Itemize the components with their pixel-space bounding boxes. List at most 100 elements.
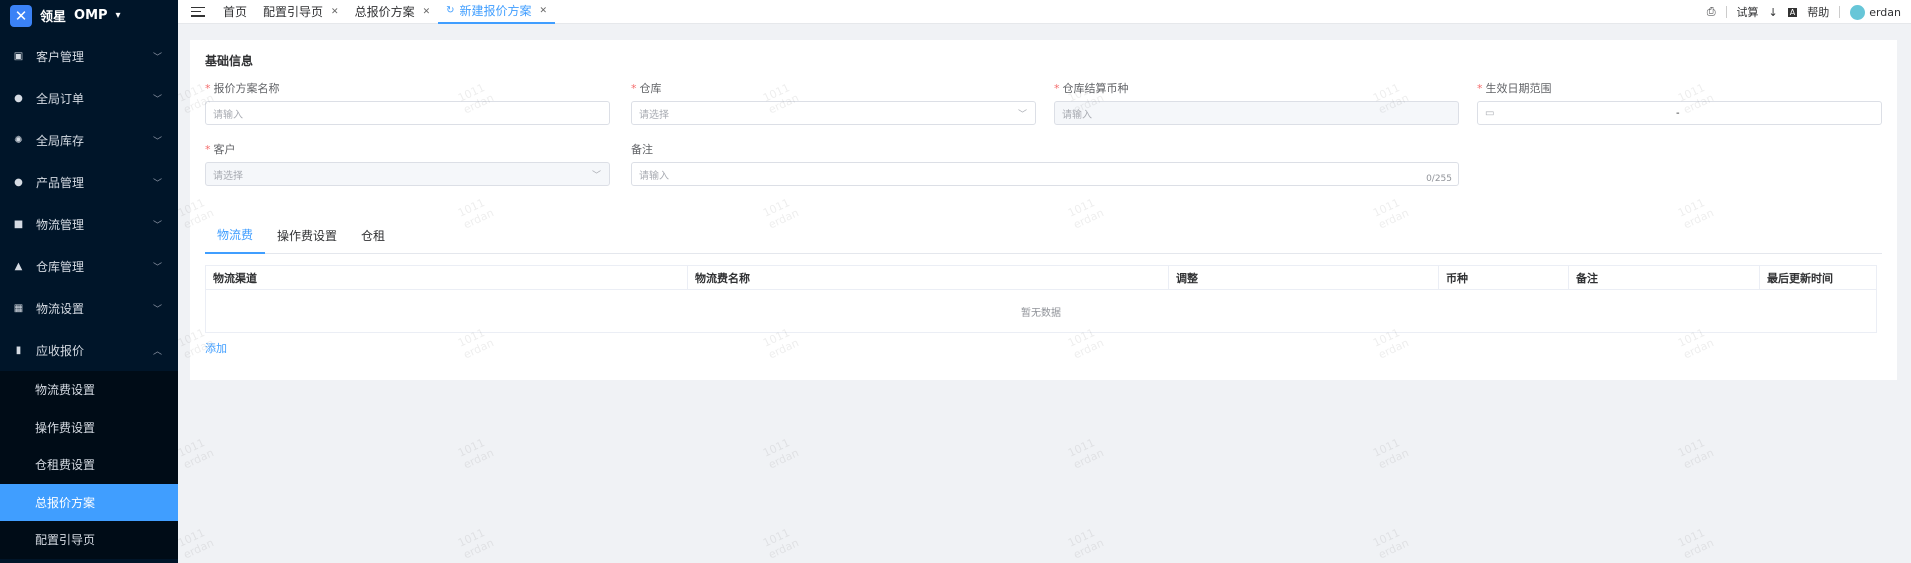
- settings-box-icon: ▦: [13, 302, 24, 314]
- print-icon[interactable]: ⎙: [1707, 5, 1716, 19]
- sidebar-item-label: 应收报价: [36, 343, 85, 358]
- truck-icon: ■: [13, 218, 24, 230]
- tab-new-quote[interactable]: ↻ 新建报价方案 ✕: [438, 0, 556, 24]
- close-icon[interactable]: ✕: [423, 7, 431, 17]
- sidebar-item-logistics[interactable]: ■ 物流管理 ﹀: [0, 203, 178, 245]
- tab-label: 新建报价方案: [459, 4, 532, 18]
- section-title: 基础信息: [205, 54, 254, 68]
- sidebar-subitem-label: 总报价方案: [35, 495, 96, 510]
- sidebar-item-label: 全局库存: [36, 133, 85, 148]
- column-header: 调整: [1169, 266, 1439, 289]
- menu-fold-icon[interactable]: [191, 5, 205, 19]
- currency-input[interactable]: 请输入: [1054, 101, 1459, 125]
- column-header: 币种: [1439, 266, 1569, 289]
- chevron-down-icon: ﹀: [591, 171, 601, 181]
- required-mark: *: [1054, 82, 1060, 95]
- placeholder: 请选择: [639, 109, 669, 121]
- tab-label: 配置引导页: [263, 5, 324, 19]
- refresh-icon[interactable]: ↻: [446, 5, 454, 16]
- sidebar-subitem-operation-fee[interactable]: 操作费设置: [0, 408, 178, 446]
- user-card-icon: ▣: [13, 50, 24, 62]
- sidebar-item-products[interactable]: ● 产品管理 ﹀: [0, 161, 178, 203]
- sidebar-subitem-storage-fee[interactable]: 仓租费设置: [0, 446, 178, 484]
- chevron-down-icon: ﹀: [152, 304, 162, 315]
- customer-select[interactable]: 请选择 ﹀: [205, 162, 610, 186]
- column-header: 物流费名称: [688, 266, 1169, 289]
- currency-label: * 仓库结算币种: [1054, 82, 1129, 95]
- warehouse-select[interactable]: 请选择 ﹀: [631, 101, 1036, 125]
- tab-total-quote[interactable]: 总报价方案 ✕: [347, 0, 439, 24]
- sidebar-item-receivable-quote[interactable]: ▮ 应收报价 ︿: [0, 329, 178, 371]
- plan-name-input[interactable]: 请输入: [205, 101, 610, 125]
- tab-config-guide[interactable]: 配置引导页 ✕: [255, 0, 347, 24]
- close-icon[interactable]: ✕: [540, 6, 548, 16]
- fee-table: 物流渠道 物流费名称 调整 币种 备注 最后更新时间 暂无数据: [205, 265, 1877, 333]
- date-range-label: * 生效日期范围: [1477, 82, 1552, 95]
- top-bar: 首页 配置引导页 ✕ 总报价方案 ✕ ↻ 新建报价方案 ✕ ⎙ 试算 ↓ A 帮…: [178, 0, 1911, 24]
- download-icon[interactable]: ↓: [1769, 6, 1778, 19]
- username: erdan: [1869, 5, 1901, 19]
- chevron-down-icon: ﹀: [152, 220, 162, 231]
- sidebar-subitem-total-quote[interactable]: 总报价方案: [0, 483, 178, 521]
- placeholder: 请选择: [213, 170, 243, 182]
- main-content: 基础信息 * 报价方案名称 请输入 * 仓库 请选择 ﹀ * 仓库结算币种 请输入 *…: [178, 24, 1911, 563]
- column-header: 最后更新时间: [1767, 271, 1833, 285]
- close-icon[interactable]: ✕: [331, 7, 339, 17]
- sidebar-item-label: 仓库管理: [36, 259, 85, 274]
- sidebar-item-orders[interactable]: ● 全局订单 ﹀: [0, 77, 178, 119]
- sidebar-subitem-label: 物流费设置: [35, 383, 96, 398]
- sidebar-item-warehouse[interactable]: ▲ 仓库管理 ﹀: [0, 245, 178, 287]
- warehouse-label: * 仓库: [631, 82, 662, 95]
- person-icon: ●: [14, 176, 23, 188]
- gear-icon: ✺: [14, 134, 23, 146]
- required-mark: *: [205, 143, 211, 156]
- sidebar-item-label: 物流管理: [36, 217, 85, 232]
- column-header: 备注: [1569, 266, 1760, 289]
- trial-button[interactable]: 试算: [1737, 4, 1759, 20]
- fee-tabs: 物流费 操作费设置 仓租: [205, 216, 1882, 254]
- tab-logistics-fee[interactable]: 物流费: [205, 216, 266, 254]
- receipt-icon: ▮: [15, 344, 22, 356]
- sidebar-subitem-label: 仓租费设置: [35, 458, 96, 473]
- sidebar-item-label: 客户管理: [36, 49, 85, 64]
- sidebar-item-customer[interactable]: ▣ 客户管理 ﹀: [0, 35, 178, 77]
- tab-operation-fee[interactable]: 操作费设置: [265, 216, 349, 254]
- translate-icon[interactable]: A: [1787, 7, 1798, 17]
- chevron-down-icon: ﹀: [152, 178, 162, 189]
- brand-name: 领星: [40, 10, 67, 25]
- tab-home[interactable]: 首页: [215, 0, 255, 24]
- warehouse-icon: ▲: [14, 260, 23, 272]
- sidebar-item-logistics-settings[interactable]: ▦ 物流设置 ﹀: [0, 287, 178, 329]
- empty-state: 暂无数据: [1021, 307, 1061, 319]
- required-mark: *: [205, 82, 211, 95]
- customer-label: * 客户: [205, 143, 236, 156]
- placeholder: 请输入: [639, 170, 669, 182]
- chevron-down-icon: ▾: [115, 10, 121, 21]
- plan-name-label: * 报价方案名称: [205, 82, 280, 95]
- table-header: 物流渠道 物流费名称 调整 币种 备注 最后更新时间: [206, 266, 1876, 290]
- sidebar-subitem-logistics-fee[interactable]: 物流费设置: [0, 371, 178, 409]
- chevron-down-icon: ﹀: [152, 262, 162, 273]
- basic-info-card: 基础信息 * 报价方案名称 请输入 * 仓库 请选择 ﹀ * 仓库结算币种 请输入 *…: [190, 40, 1897, 228]
- sidebar-subitem-config-guide[interactable]: 配置引导页: [0, 521, 178, 559]
- avatar: [1850, 4, 1866, 20]
- brand-switcher[interactable]: ✕ 领星 OMP ▾: [0, 0, 178, 31]
- chevron-down-icon: ﹀: [152, 52, 162, 63]
- divider: [1839, 6, 1841, 18]
- user-menu[interactable]: erdan: [1850, 4, 1901, 20]
- sidebar-subitem-label: 操作费设置: [35, 420, 96, 435]
- char-counter: 0/255: [1426, 174, 1452, 184]
- remark-label: 备注: [631, 143, 653, 156]
- top-right-tools: ⎙ 试算 ↓ A 帮助 erdan: [1707, 0, 1901, 24]
- remark-textarea[interactable]: 请输入 0/255: [631, 162, 1459, 186]
- sidebar-item-inventory[interactable]: ✺ 全局库存 ﹀: [0, 119, 178, 161]
- date-separator: -: [1676, 107, 1680, 119]
- fee-card: 物流费 操作费设置 仓租 物流渠道 物流费名称 调整 币种 备注 最后更新时间 …: [190, 216, 1897, 380]
- sidebar-item-label: 全局订单: [36, 91, 85, 106]
- tab-label: 总报价方案: [354, 5, 415, 19]
- add-link[interactable]: 添加: [205, 340, 227, 356]
- help-link[interactable]: 帮助: [1807, 4, 1829, 20]
- tab-storage[interactable]: 仓租: [349, 216, 397, 254]
- date-range-picker[interactable]: ▭ -: [1477, 101, 1882, 125]
- calendar-icon: ▭: [1485, 107, 1495, 119]
